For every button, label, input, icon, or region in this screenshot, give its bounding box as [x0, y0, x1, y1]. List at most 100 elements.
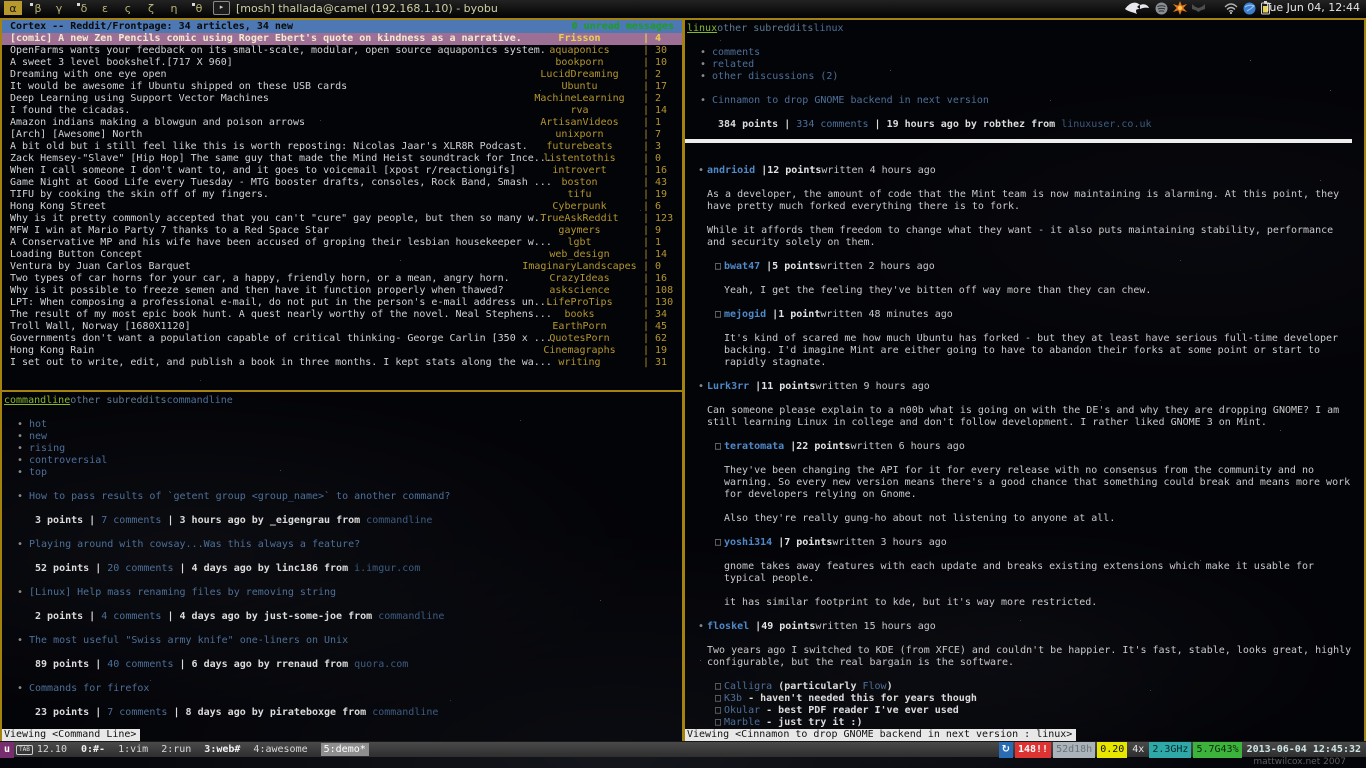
- comment-author[interactable]: bwat47: [724, 261, 760, 272]
- article-row[interactable]: Loading Button Conceptweb_design| 14: [2, 249, 682, 261]
- comment-author[interactable]: mejogid: [724, 309, 766, 320]
- post-source-link[interactable]: i.imgur.com: [354, 563, 420, 574]
- post-source-link[interactable]: linuxuser.co.uk: [1061, 119, 1151, 130]
- post-source-link[interactable]: quora.com: [354, 659, 408, 670]
- tag-α[interactable]: α: [4, 1, 22, 15]
- app-link[interactable]: Flow: [862, 681, 886, 692]
- moth-icon[interactable]: [1192, 2, 1205, 14]
- article-row[interactable]: Why is it pretty commonly accepted that …: [2, 213, 682, 225]
- post-title-link[interactable]: [Linux] Help mass renaming files by remo…: [29, 587, 336, 598]
- article-row[interactable]: MFW I win at Mario Party 7 thanks to a R…: [2, 225, 682, 237]
- post-author[interactable]: rrenaud: [276, 659, 318, 670]
- post-comments-link[interactable]: 7 comments: [101, 515, 161, 526]
- post-title-link[interactable]: Cinnamon to drop GNOME backend in next v…: [712, 95, 989, 106]
- post-source-link[interactable]: commandline: [378, 611, 444, 622]
- wifi-icon[interactable]: [1224, 3, 1238, 14]
- nav-link[interactable]: new: [29, 431, 47, 442]
- post-author[interactable]: robthez: [983, 119, 1025, 130]
- window-3:web#[interactable]: 3:web#: [204, 744, 240, 755]
- tag-ς[interactable]: ς: [119, 1, 137, 15]
- article-row[interactable]: Game Night at Good Life every Tuesday - …: [2, 177, 682, 189]
- tag-ζ[interactable]: ζ: [142, 1, 160, 15]
- article-row[interactable]: OpenFarms wants your feedback on its sma…: [2, 45, 682, 57]
- article-row[interactable]: Two types of car horns for your car, a h…: [2, 273, 682, 285]
- post-author[interactable]: _eigengrau: [270, 515, 330, 526]
- nav-link[interactable]: related: [712, 59, 754, 70]
- app-link[interactable]: Calligra: [724, 681, 772, 692]
- tag-γ[interactable]: γ: [50, 1, 68, 15]
- post-title-link[interactable]: The most useful "Swiss army knife" one-l…: [29, 635, 348, 646]
- globe-icon[interactable]: [1243, 2, 1256, 15]
- article-row[interactable]: Amazon indians making a blowgun and pois…: [2, 117, 682, 129]
- article-row[interactable]: Troll Wall, Norway [1680X1120]EarthPorn|…: [2, 321, 682, 333]
- article-row[interactable]: Governments don't want a population capa…: [2, 333, 682, 345]
- article-row[interactable]: Dreaming with one eye openLucidDreaming|…: [2, 69, 682, 81]
- nav-link[interactable]: comments: [712, 47, 760, 58]
- article-row[interactable]: I found the cicadas.rva| 14: [2, 105, 682, 117]
- post-comments-link[interactable]: 334 comments: [796, 119, 868, 130]
- comment-author[interactable]: yoshi314: [724, 537, 772, 548]
- nav-link[interactable]: top: [29, 467, 47, 478]
- article-row[interactable]: Hong Kong RainCinemagraphs| 19: [2, 345, 682, 357]
- bullet-icon: •: [17, 491, 23, 503]
- window-4:awesome[interactable]: 4:awesome: [253, 744, 307, 755]
- app-link[interactable]: Okular: [724, 705, 760, 716]
- article-row[interactable]: The result of my most epic book hunt. A …: [2, 309, 682, 321]
- window-1:vim[interactable]: 1:vim: [118, 744, 148, 755]
- comment-author[interactable]: Lurk3rr: [707, 381, 749, 392]
- post-comments-link[interactable]: 20 comments: [107, 563, 173, 574]
- post-source-link[interactable]: commandline: [372, 707, 438, 718]
- nav-link[interactable]: hot: [29, 419, 47, 430]
- article-row[interactable]: Zack Hemsey-"Slave" [Hip Hop] The same g…: [2, 153, 682, 165]
- terminal-icon[interactable]: ▸: [213, 1, 230, 15]
- tag-δ[interactable]: δ: [73, 1, 91, 15]
- subreddit-link[interactable]: commandline: [167, 395, 233, 406]
- article-row[interactable]: LPT: When composing a professional e-mai…: [2, 297, 682, 309]
- post-comments-link[interactable]: 7 comments: [107, 707, 167, 718]
- article-row[interactable]: A bit old but i still feel like this is …: [2, 141, 682, 153]
- post-comments-link[interactable]: 4 comments: [101, 611, 161, 622]
- post-title-link[interactable]: Playing around with cowsay...Was this al…: [29, 539, 360, 550]
- article-row[interactable]: [comic] A new Zen Pencils comic using Ro…: [2, 33, 682, 45]
- post-title-link[interactable]: How to pass results of `getent group <gr…: [29, 491, 450, 502]
- tag-ε[interactable]: ε: [96, 1, 114, 15]
- article-row[interactable]: TIFU by cooking the skin off of my finge…: [2, 189, 682, 201]
- subreddit-name-link[interactable]: linux: [687, 23, 717, 34]
- post-title-link[interactable]: Commands for firefox: [29, 683, 149, 694]
- subreddit-name-link[interactable]: commandline: [4, 395, 70, 406]
- subreddit-link[interactable]: linux: [813, 23, 843, 34]
- nav-link[interactable]: other discussions (2): [712, 71, 838, 82]
- nav-link[interactable]: rising: [29, 443, 65, 454]
- comment-author[interactable]: andrioid: [707, 165, 755, 176]
- post-source-link[interactable]: commandline: [366, 515, 432, 526]
- article-row[interactable]: Ventura by Juan Carlos BarquetImaginaryL…: [2, 261, 682, 273]
- tag-θ[interactable]: θ: [188, 1, 206, 15]
- comment-author[interactable]: teratomata: [724, 441, 784, 452]
- article-title: When I call someone I don't want to, and…: [10, 165, 516, 177]
- nav-link[interactable]: controversial: [29, 455, 107, 466]
- tag-η[interactable]: η: [165, 1, 183, 15]
- post-author[interactable]: just-some-joe: [264, 611, 342, 622]
- article-row[interactable]: It would be awesome if Ubuntu shipped on…: [2, 81, 682, 93]
- app-link[interactable]: Marble: [724, 717, 760, 728]
- article-row[interactable]: A sweet 3 level bookshelf.[717 X 960]boo…: [2, 57, 682, 69]
- app-link[interactable]: K3b: [724, 693, 742, 704]
- burst-icon[interactable]: [1173, 1, 1187, 15]
- article-row[interactable]: [Arch] [Awesome] Northunixporn| 7: [2, 129, 682, 141]
- article-row[interactable]: A Conservative MP and his wife have been…: [2, 237, 682, 249]
- window-0:#-[interactable]: 0:#-: [81, 744, 105, 755]
- window-5:demo*[interactable]: 5:demo*: [321, 743, 369, 756]
- post-author[interactable]: linc186: [276, 563, 318, 574]
- bird-icon[interactable]: [1124, 1, 1150, 16]
- article-row[interactable]: When I call someone I don't want to, and…: [2, 165, 682, 177]
- post-author[interactable]: pirateboxge: [270, 707, 336, 718]
- window-2:run[interactable]: 2:run: [161, 744, 191, 755]
- comment-author[interactable]: floskel: [707, 621, 749, 632]
- article-row[interactable]: Why is it possible to freeze semen and t…: [2, 285, 682, 297]
- tag-β[interactable]: β: [27, 1, 45, 15]
- post-comments-link[interactable]: 40 comments: [107, 659, 173, 670]
- article-row[interactable]: I set out to write, edit, and publish a …: [2, 357, 682, 369]
- article-row[interactable]: Deep Learning using Support Vector Machi…: [2, 93, 682, 105]
- disc-icon[interactable]: [1155, 2, 1168, 15]
- article-row[interactable]: Hong Kong StreetCyberpunk| 6: [2, 201, 682, 213]
